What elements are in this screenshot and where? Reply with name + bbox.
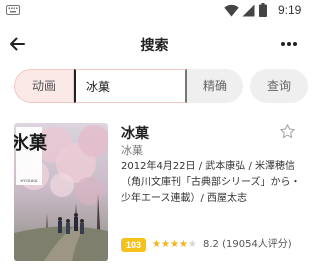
star-filled-icon: ★ <box>160 239 170 250</box>
star-filled-icon: ★ <box>178 239 188 250</box>
signal-icon <box>242 4 255 17</box>
rating-row: 103 ★★★★★ 8.2 (19054人评分) <box>121 237 307 253</box>
page-title: 搜索 <box>140 38 169 54</box>
vote-count: (19054人评分) <box>222 239 292 250</box>
battery-icon <box>259 3 267 17</box>
star-filled-icon: ★ <box>169 239 179 250</box>
star-empty-icon: ★ <box>187 239 197 250</box>
star-filled-icon: ★ <box>152 239 161 250</box>
status-bar: 9:19 <box>0 0 309 22</box>
star-outline-icon[interactable] <box>279 123 296 140</box>
status-time: 9:19 <box>278 3 302 17</box>
app-header: 搜索 <box>0 26 309 62</box>
wifi-icon <box>224 4 239 17</box>
result-item[interactable]: 氷菓 HYOUKA 冰菓 冰菓 2012年4月22日 / 武本康弘 / 米澤穂信… <box>0 114 309 274</box>
query-button[interactable]: 查询 <box>250 69 308 103</box>
more-options-icon[interactable] <box>280 38 298 50</box>
result-subtitle: 冰菓 <box>121 144 143 157</box>
poster-title-text: 氷菓 <box>14 132 48 154</box>
poster-romaji-text: HYOUKA <box>21 178 38 183</box>
search-bar: 动画 精确 查询 <box>14 69 308 103</box>
poster-image: 氷菓 HYOUKA <box>14 123 108 261</box>
star-rating: ★★★★★ <box>152 237 197 253</box>
rank-badge: 103 <box>121 238 146 252</box>
keyboard-icon <box>6 5 20 15</box>
score-text: 8.2 (19054人评分) <box>203 237 292 253</box>
search-input[interactable] <box>74 69 187 103</box>
exact-match-button[interactable]: 精确 <box>187 69 243 103</box>
score-value: 8.2 <box>203 239 219 250</box>
result-title: 冰菓 <box>121 126 149 142</box>
category-selector[interactable]: 动画 <box>14 69 74 103</box>
result-description: 2012年4月22日 / 武本康弘 / 米澤穂信（角川文庫刊「古典部シリーズ」か… <box>121 161 301 204</box>
